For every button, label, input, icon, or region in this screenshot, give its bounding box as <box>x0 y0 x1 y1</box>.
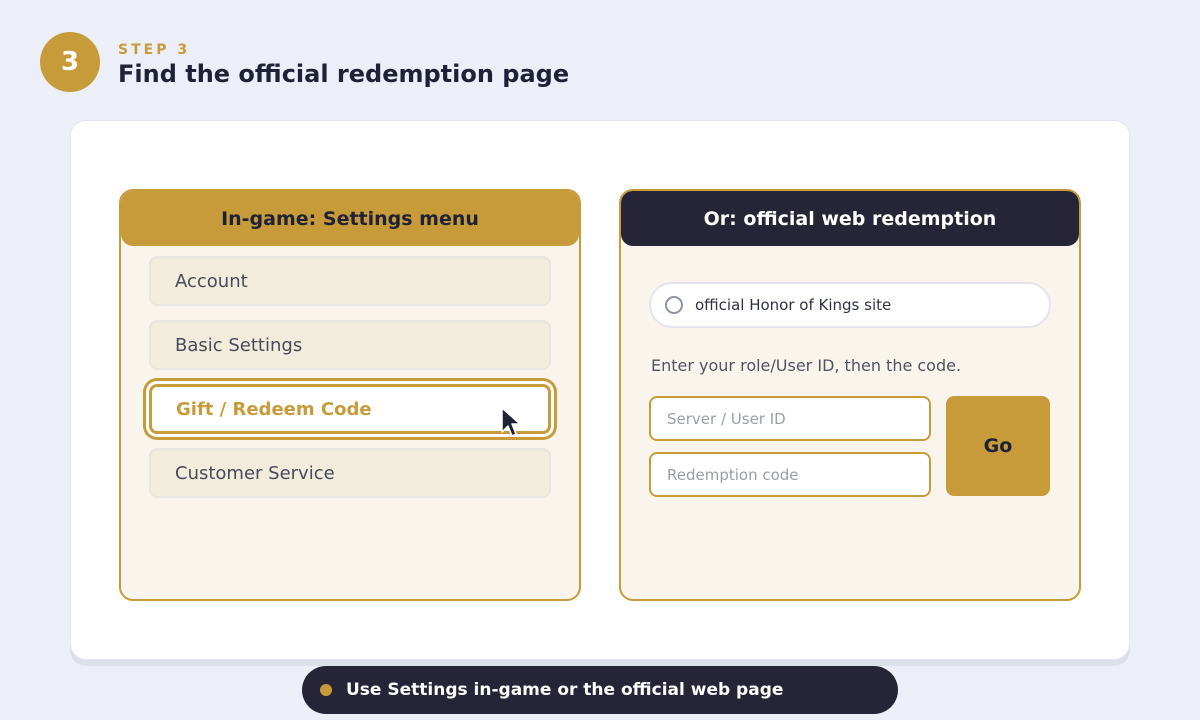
page-title: Find the official redemption page <box>118 60 570 88</box>
go-button[interactable]: Go <box>946 396 1050 496</box>
menu-item-gift-redeem-code[interactable]: Gift / Redeem Code <box>149 384 551 434</box>
settings-menu-header: In-game: Settings menu <box>121 191 579 246</box>
settings-menu-panel: In-game: Settings menu Account Basic Set… <box>119 189 581 601</box>
mouse-pointer-icon <box>501 407 521 437</box>
web-redemption-header: Or: official web redemption <box>621 191 1079 246</box>
redemption-code-field[interactable] <box>649 452 931 497</box>
web-redemption-panel: Or: official web redemption official Hon… <box>619 189 1081 601</box>
dot-icon <box>320 684 332 696</box>
caption-text: Use Settings in-game or the official web… <box>346 680 784 700</box>
step-number-badge: 3 <box>40 32 100 92</box>
menu-item-basic-settings[interactable]: Basic Settings <box>149 320 551 370</box>
user-id-field[interactable] <box>649 396 931 441</box>
menu-item-customer-service[interactable]: Customer Service <box>149 448 551 498</box>
official-site-option[interactable]: official Honor of Kings site <box>649 282 1051 328</box>
instruction-text: Enter your role/User ID, then the code. <box>651 356 962 375</box>
caption-pill: Use Settings in-game or the official web… <box>302 666 898 714</box>
official-site-label: official Honor of Kings site <box>695 296 892 314</box>
step-eyebrow: STEP 3 <box>118 42 191 58</box>
radio-unselected-icon[interactable] <box>665 296 683 314</box>
menu-item-account[interactable]: Account <box>149 256 551 306</box>
